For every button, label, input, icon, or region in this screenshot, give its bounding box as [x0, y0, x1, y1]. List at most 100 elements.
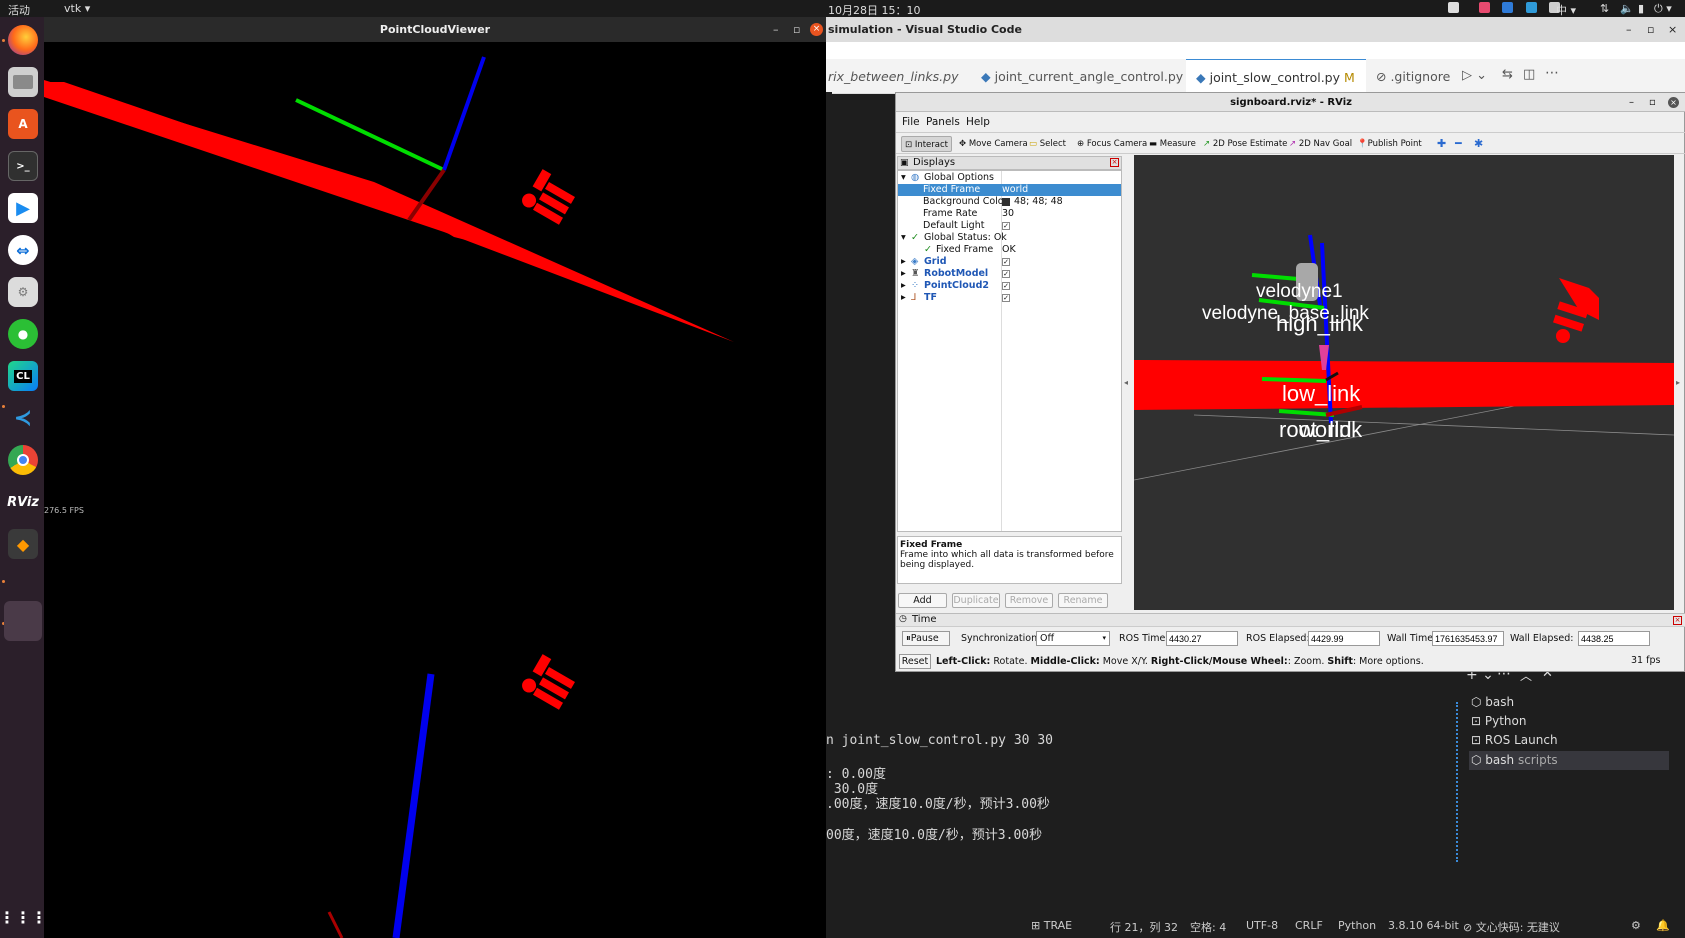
expand-chevron-icon[interactable]: ▾: [901, 232, 906, 244]
close-panel-icon[interactable]: ×: [1110, 158, 1119, 167]
tree-row-default-light[interactable]: Default Light ✓: [898, 220, 1121, 232]
tool-properties-icon[interactable]: ✱: [1471, 136, 1486, 152]
app-grid-icon[interactable]: ⋮⋮⋮: [0, 902, 47, 932]
terminal-item-python[interactable]: ⊡ Python: [1469, 712, 1669, 731]
minimize-button[interactable]: –: [1626, 17, 1632, 42]
tool-publish-point[interactable]: 📍Publish Point: [1354, 136, 1425, 152]
input-method[interactable]: 中 ▾: [1556, 2, 1576, 18]
rviz-window[interactable]: signboard.rviz* - RViz – ▫ × File Panels…: [895, 92, 1685, 672]
files-icon[interactable]: [8, 67, 38, 97]
run-icon[interactable]: ▷ ⌄: [1462, 68, 1487, 83]
tree-row-frame-rate[interactable]: Frame Rate 30: [898, 208, 1121, 220]
tab-rix-between-links[interactable]: rix_between_links.py: [826, 59, 966, 94]
sync-select[interactable]: Off ▾: [1036, 631, 1110, 646]
tool-select[interactable]: ▭ Select: [1026, 136, 1069, 152]
expand-chevron-icon[interactable]: ▸: [901, 268, 906, 280]
firefox-icon[interactable]: [8, 25, 38, 55]
compare-icon[interactable]: ⇆: [1502, 67, 1513, 82]
close-button[interactable]: ×: [1668, 17, 1677, 42]
terminal-item-ros-launch[interactable]: ⊡ ROS Launch: [1469, 731, 1669, 750]
sublime-icon[interactable]: ◆: [8, 529, 38, 559]
close-button[interactable]: ×: [1668, 97, 1679, 108]
pointcloud-viewer-titlebar[interactable]: PointCloudViewer – ▫ ×: [44, 17, 826, 42]
status-comate[interactable]: ⊘ 文心快码: 无建议: [1463, 919, 1560, 935]
todesk-tray-icon[interactable]: [1526, 2, 1537, 13]
clion-icon[interactable]: CL: [8, 361, 38, 391]
tree-row-tf[interactable]: ▸ ⅃ TF ✓: [898, 292, 1121, 304]
rviz-icon[interactable]: RViz: [7, 487, 39, 517]
reset-button[interactable]: Reset: [899, 654, 931, 669]
tree-row-pointcloud2[interactable]: ▸ ⁘ PointCloud2 ✓: [898, 280, 1121, 292]
pointcloud-render-view[interactable]: [44, 42, 826, 938]
menu-panels[interactable]: Panels: [926, 116, 960, 128]
add-tool-icon[interactable]: ✚: [1434, 136, 1449, 152]
power-icon[interactable]: ⏻ ▾: [1654, 2, 1672, 16]
duplicate-display-button[interactable]: Duplicate: [952, 593, 1000, 608]
wechat-icon[interactable]: ●: [8, 319, 38, 349]
teamviewer-tray-icon[interactable]: [1502, 2, 1513, 13]
tool-move-camera[interactable]: ✥ Move Camera: [956, 136, 1031, 152]
settings-icon[interactable]: ⚙: [8, 277, 38, 307]
tool-2d-pose-estimate[interactable]: ↗ 2D Pose Estimate: [1200, 136, 1290, 152]
app-menu[interactable]: vtk ▾: [64, 2, 90, 15]
expand-chevron-icon[interactable]: ▸: [901, 292, 906, 304]
grid-checkbox[interactable]: ✓: [1002, 258, 1010, 266]
tab-joint-current-angle-control[interactable]: ◆ joint_current_angle_control.py: [966, 59, 1186, 94]
software-center-icon[interactable]: A: [8, 109, 38, 139]
rviz-titlebar[interactable]: signboard.rviz* - RViz – ▫ ×: [896, 93, 1685, 112]
tf-checkbox[interactable]: ✓: [1002, 294, 1010, 302]
teamviewer-icon[interactable]: ⇔: [8, 235, 38, 265]
tree-row-grid[interactable]: ▸ ◈ Grid ✓: [898, 256, 1121, 268]
status-indentation[interactable]: 空格: 4: [1190, 919, 1226, 935]
robotmodel-checkbox[interactable]: ✓: [1002, 270, 1010, 278]
remove-tool-icon[interactable]: ━: [1452, 136, 1465, 152]
pointcloud-viewer-window[interactable]: PointCloudViewer – ▫ × 276.5 FPS: [44, 17, 826, 938]
status-trae[interactable]: ⊞ TRAE: [1031, 919, 1072, 932]
network-icon[interactable]: ⇅: [1600, 2, 1609, 15]
ros-time-field[interactable]: [1166, 631, 1238, 646]
terminal-item-bash[interactable]: ⬡ bash: [1469, 693, 1669, 712]
maximize-button[interactable]: ▫: [793, 17, 800, 42]
status-language[interactable]: Python: [1338, 919, 1376, 932]
add-display-button[interactable]: Add: [898, 593, 947, 608]
vscode-icon[interactable]: ≺: [8, 403, 38, 433]
tab-gitignore[interactable]: ⊘ .gitignore: [1366, 59, 1466, 94]
expand-chevron-icon[interactable]: ▾: [901, 172, 906, 184]
split-editor-icon[interactable]: ◫: [1523, 67, 1535, 82]
close-button[interactable]: ×: [810, 23, 823, 36]
ros-elapsed-field[interactable]: [1308, 631, 1380, 646]
todesk-icon[interactable]: ▶: [8, 193, 38, 223]
terminal-output[interactable]: n joint_slow_control.py 30 30 : 0.00度 30…: [826, 662, 1456, 912]
terminal-icon[interactable]: >_: [8, 151, 38, 181]
minimize-button[interactable]: –: [773, 17, 779, 42]
default-light-checkbox[interactable]: ✓: [1002, 222, 1010, 230]
tool-interact[interactable]: ⊡ Interact: [901, 136, 952, 152]
tool-2d-nav-goal[interactable]: ↗ 2D Nav Goal: [1286, 136, 1355, 152]
wall-time-field[interactable]: [1432, 631, 1504, 646]
expand-chevron-icon[interactable]: ▸: [901, 280, 906, 292]
fixed-frame-value[interactable]: world: [1002, 184, 1028, 196]
status-settings-icon[interactable]: ⚙: [1631, 919, 1641, 932]
background-color-value[interactable]: 48; 48; 48: [1014, 196, 1063, 208]
tree-row-background-color[interactable]: Background Color 48; 48; 48: [898, 196, 1121, 208]
minimize-button[interactable]: –: [1629, 93, 1634, 112]
collapse-right-handle[interactable]: ▸: [1676, 155, 1684, 610]
rename-display-button[interactable]: Rename: [1058, 593, 1108, 608]
volume-icon[interactable]: 🔈: [1620, 2, 1634, 15]
maximize-button[interactable]: ▫: [1647, 17, 1654, 42]
wall-elapsed-field[interactable]: [1578, 631, 1650, 646]
collapse-left-handle[interactable]: ◂: [1124, 155, 1132, 610]
menu-help[interactable]: Help: [966, 116, 990, 128]
frame-rate-value[interactable]: 30: [1002, 208, 1014, 220]
tool-focus-camera[interactable]: ⊕ Focus Camera: [1074, 136, 1150, 152]
battery-icon[interactable]: ▮: [1638, 2, 1644, 15]
close-panel-icon[interactable]: ×: [1673, 616, 1682, 625]
tree-row-fixed-frame[interactable]: Fixed Frame world: [898, 184, 1121, 196]
app-tray-icon[interactable]: [1479, 2, 1490, 13]
active-window-thumbnail[interactable]: [4, 601, 42, 641]
rviz-3d-view[interactable]: velodyne1 velodyne_base_link high_link l…: [1134, 155, 1674, 610]
more-actions-icon[interactable]: ⋯: [1545, 65, 1559, 81]
activities-button[interactable]: 活动: [8, 2, 30, 18]
tab-joint-slow-control[interactable]: ◆ joint_slow_control.py M ✕: [1186, 59, 1366, 120]
notifications-icon[interactable]: 🔔: [1656, 919, 1670, 932]
